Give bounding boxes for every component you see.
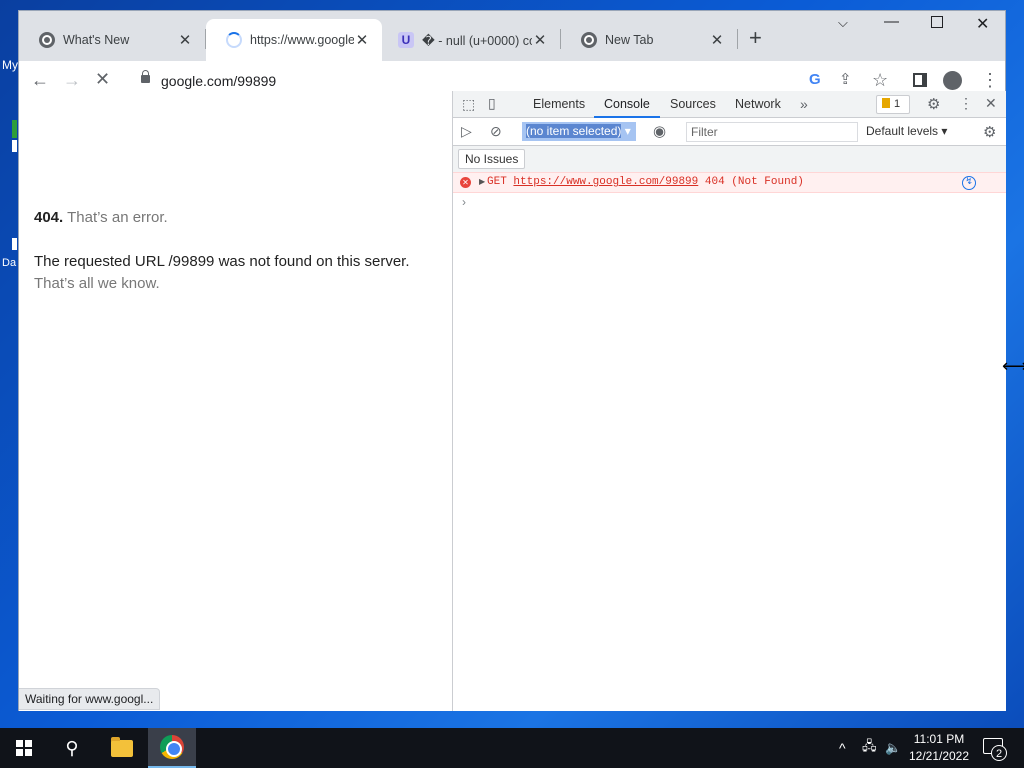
- close-icon[interactable]: ✕: [532, 31, 548, 49]
- devtools-menu-icon[interactable]: ⋮: [959, 95, 973, 112]
- new-tab-button[interactable]: +: [749, 25, 762, 51]
- stop-loading-icon[interactable]: ✕: [95, 69, 110, 90]
- close-icon[interactable]: ✕: [177, 31, 193, 49]
- notification-count-badge: 2: [991, 745, 1007, 761]
- taskbar: ⚲ ^ 🖧 🔈 11:01 PM 12/21/2022 2: [0, 728, 1024, 768]
- desktop-icon-edge[interactable]: [12, 140, 17, 152]
- address-text[interactable]: google.com/99899: [161, 73, 276, 89]
- tab-title: � - null (u+0000) co: [422, 33, 532, 48]
- warning-flag-icon: [882, 98, 890, 108]
- back-arrow-icon[interactable]: ←: [31, 70, 49, 91]
- close-window-button[interactable]: ✕: [976, 14, 989, 34]
- tab-separator: [737, 29, 738, 49]
- device-toolbar-icon[interactable]: ▯: [488, 95, 496, 112]
- kebab-menu-icon[interactable]: ⋮: [981, 70, 999, 91]
- more-tabs-chevron-icon[interactable]: »: [800, 96, 808, 112]
- log-levels-label: Default levels: [866, 124, 939, 138]
- error-heading: 404. That’s an error.: [34, 209, 168, 226]
- devtools-tab-sources[interactable]: Sources: [670, 91, 716, 118]
- tab-strip: What's New ✕ https://www.google.c ✕ U � …: [19, 11, 1005, 61]
- inspect-element-icon[interactable]: ⬚: [462, 96, 475, 113]
- loading-status-bubble: Waiting for www.googl...: [19, 688, 161, 710]
- network-request-icon[interactable]: ↯: [962, 176, 976, 190]
- browser-window: What's New ✕ https://www.google.c ✕ U � …: [18, 10, 1006, 711]
- show-hidden-icons-chevron-icon[interactable]: ^: [839, 728, 846, 768]
- console-filter-bar: ▷ ⊘ (no item selected) ▾ ◉ Filter Defaul…: [453, 118, 1006, 146]
- forward-arrow-icon[interactable]: →: [63, 70, 81, 91]
- error-message: The requested URL /99899 was not found o…: [34, 253, 410, 270]
- desktop-icon-label-my[interactable]: My: [2, 58, 18, 72]
- expand-triangle-icon[interactable]: ▶: [479, 173, 485, 192]
- console-filter-input[interactable]: Filter: [686, 122, 858, 142]
- error-footer: That’s all we know.: [34, 275, 160, 292]
- windows-logo-icon: [16, 740, 32, 756]
- tab-null-u0000[interactable]: U � - null (u+0000) co ✕: [384, 19, 560, 61]
- clock-date: 12/21/2022: [908, 749, 970, 763]
- context-selector[interactable]: (no item selected) ▾: [522, 122, 636, 141]
- search-icon[interactable]: ⚲: [48, 728, 96, 768]
- console-error-text: GET https://www.google.com/99899 404 (No…: [487, 173, 804, 192]
- clock-time: 11:01 PM: [913, 732, 965, 746]
- close-icon[interactable]: ✕: [354, 31, 370, 49]
- folder-icon: [111, 736, 133, 757]
- network-icon[interactable]: 🖧: [862, 728, 877, 768]
- resize-cursor-icon: ⟷: [1002, 356, 1024, 376]
- devtools-tab-console[interactable]: Console: [594, 91, 660, 118]
- chrome-icon: [581, 32, 597, 48]
- console-prompt[interactable]: ›: [462, 195, 466, 209]
- tab-whats-new[interactable]: What's New ✕: [19, 19, 205, 61]
- issues-row: No Issues: [453, 146, 1006, 172]
- log-levels-dropdown[interactable]: Default levels ▾: [866, 124, 947, 138]
- google-lens-icon[interactable]: G: [809, 71, 821, 88]
- start-button[interactable]: [0, 728, 48, 768]
- minimize-button[interactable]: —: [884, 13, 899, 30]
- desktop-icon[interactable]: [12, 120, 17, 138]
- no-issues-button[interactable]: No Issues: [458, 149, 526, 169]
- volume-icon[interactable]: 🔈: [885, 728, 901, 768]
- issues-badge[interactable]: 1: [876, 95, 910, 114]
- clear-console-icon[interactable]: ⊘: [490, 123, 502, 140]
- chrome-taskbar-button[interactable]: [148, 728, 196, 768]
- devtools-panel: ⬚ ▯ Elements Console Sources Network » 1…: [452, 91, 1006, 711]
- devtools-tab-elements[interactable]: Elements: [533, 91, 585, 118]
- desktop-icon-edge[interactable]: [12, 238, 17, 250]
- tab-new-tab[interactable]: New Tab ✕: [561, 19, 737, 61]
- desktop-icon-label-da[interactable]: Da: [2, 257, 16, 269]
- http-status: 404 (Not Found): [704, 176, 804, 188]
- taskbar-clock[interactable]: 11:01 PM 12/21/2022: [902, 731, 976, 765]
- error-short: That’s an error.: [67, 209, 168, 226]
- bookmark-star-icon[interactable]: ☆: [872, 70, 888, 91]
- devtools-tab-network[interactable]: Network: [735, 91, 781, 118]
- console-settings-gear-icon[interactable]: ⚙: [983, 123, 996, 141]
- context-selector-label: (no item selected): [526, 124, 622, 138]
- issues-count: 1: [894, 98, 901, 110]
- profile-avatar-icon[interactable]: [943, 71, 962, 90]
- lock-icon[interactable]: [141, 70, 150, 83]
- chrome-icon: [39, 32, 55, 48]
- tab-search-chevron-icon[interactable]: ⌵: [838, 15, 848, 31]
- tab-title: What's New: [63, 33, 130, 47]
- tab-title: https://www.google.c: [250, 33, 354, 47]
- error-url-link[interactable]: https://www.google.com/99899: [513, 176, 698, 188]
- error-circle-icon: ✕: [460, 177, 471, 188]
- close-devtools-icon[interactable]: ✕: [985, 95, 997, 112]
- side-panel-icon[interactable]: [913, 73, 927, 87]
- http-method: GET: [487, 176, 507, 188]
- share-icon[interactable]: ⇪: [839, 70, 852, 88]
- maximize-button[interactable]: [931, 16, 943, 28]
- devtools-tab-bar: ⬚ ▯ Elements Console Sources Network » 1…: [453, 91, 1006, 118]
- tab-title: New Tab: [605, 33, 654, 47]
- u-favicon-icon: U: [398, 32, 414, 48]
- error-code: 404.: [34, 209, 64, 226]
- live-expression-eye-icon[interactable]: ◉: [653, 122, 666, 140]
- sidebar-toggle-icon[interactable]: ▷: [461, 123, 472, 140]
- close-icon[interactable]: ✕: [709, 31, 725, 49]
- tab-google-404[interactable]: https://www.google.c ✕: [206, 19, 382, 61]
- file-explorer-button[interactable]: [98, 728, 146, 768]
- console-error-message[interactable]: ✕ ▶ GET https://www.google.com/99899 404…: [453, 172, 1006, 193]
- chrome-logo-icon: [160, 735, 184, 759]
- settings-gear-icon[interactable]: ⚙: [927, 95, 940, 113]
- web-page: 404. That’s an error. The requested URL …: [19, 91, 452, 711]
- loading-spinner-icon: [226, 32, 242, 48]
